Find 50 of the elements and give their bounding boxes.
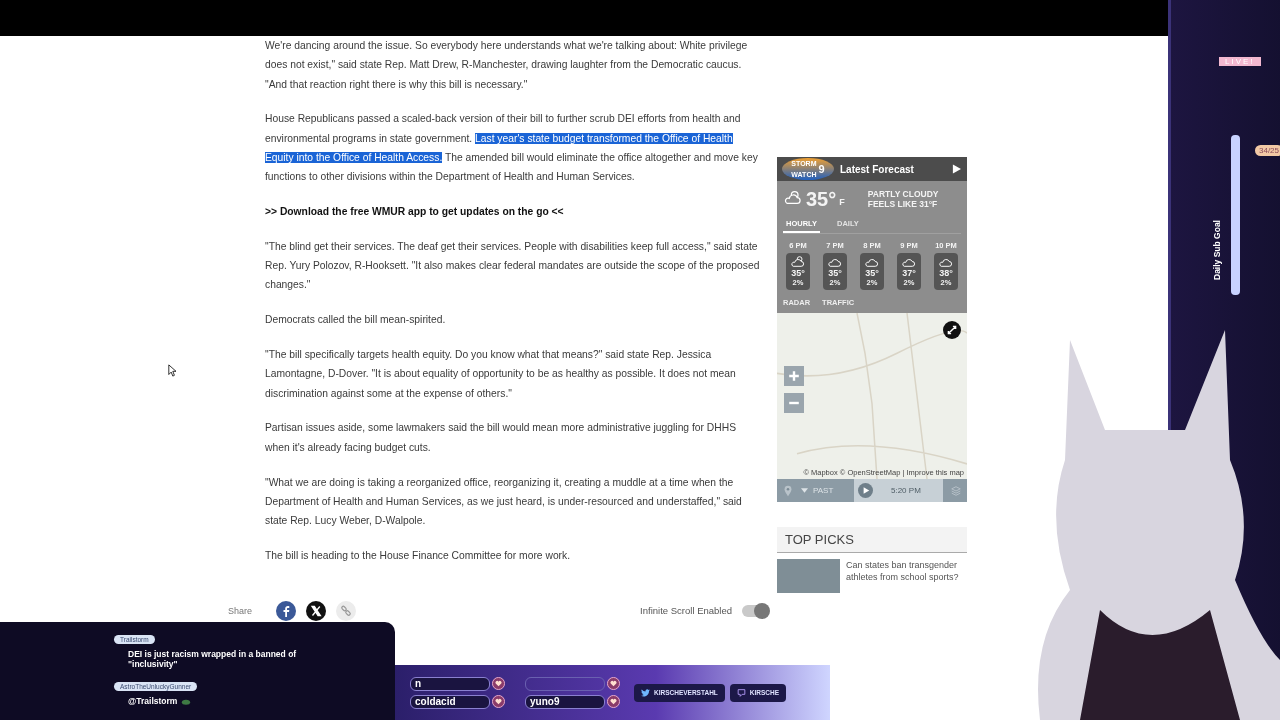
supporter-name: n: [410, 676, 490, 691]
hour-temperature: 37°: [902, 268, 916, 278]
partly-cloudy-icon: [783, 189, 803, 206]
plus-icon: [788, 370, 800, 382]
supporter-name: yuno9: [525, 694, 605, 709]
heart-icon: [607, 695, 620, 708]
live-badge: LIVE!: [1219, 57, 1261, 66]
play-icon[interactable]: [952, 164, 961, 174]
heart-icon: [607, 677, 620, 690]
facebook-icon[interactable]: [276, 600, 297, 621]
article-paragraph: "What we are doing is taking a reorganized office, reorganizing it, creating a muddle at a time when the Department of Health and Human Services, as we just heard, is under-resourced and understaffed," said state Rep. Lucy Weber, D-Walpole.: [265, 475, 743, 529]
mouse-cursor-icon: [168, 364, 176, 377]
zoom-in-button[interactable]: [784, 366, 804, 386]
infinite-scroll-label: Infinite Scroll Enabled: [640, 605, 732, 617]
heart-icon: [492, 677, 505, 690]
infinite-scroll-toggle[interactable]: [742, 604, 768, 617]
time-mode-dropdown[interactable]: PAST: [801, 486, 846, 495]
map-time: 5:20 PM: [891, 486, 921, 495]
article-paragraph: "The blind get their services. The deaf get their services. People with disabilities keep full access," said state Rep. Yury Polozov, R-Hooksett. "It also makes clear federal mandates are outside the scope of the proposed changes.": [265, 239, 760, 293]
heart-icon: [492, 695, 505, 708]
chat-message: DEI is just racism wrapped in a banned of "inclusivity": [128, 649, 298, 669]
goal-count: 34/25: [1255, 145, 1280, 156]
play-icon[interactable]: [858, 483, 873, 498]
condition-text: PARTLY CLOUDY: [867, 189, 939, 199]
hour-temperature: 35°: [865, 268, 879, 278]
article-paragraph: The bill is heading to the House Finance Committee for more work.: [265, 548, 572, 563]
article-paragraph: >> Download the free WMUR app to get updates on the go <<: [265, 205, 565, 220]
supporter-name: coldacid: [410, 694, 490, 709]
article-paragraph: We're dancing around the issue. So everybody here understands what we're talking about: White privilege does not exist," said state Rep. Matt Drew, R-Manchester, drawing laughter from the Democratic caucus. "And that reaction right there is why this bill is necessary.": [265, 39, 749, 92]
article-paragraph: House Republicans passed a scaled-back version of their bill to further scrub DEI efforts from health and environmental programs in state government. Last year's state budget transformed the Office of Health Equity into the Office of Health Access. The amended bill would eliminate the office altogether and move key functions to other divisions within the Department of Health and Human Services.: [265, 112, 759, 185]
widget-title: Latest Forecast: [840, 163, 915, 175]
feels-like-text: FEELS LIKE 31°F: [867, 199, 939, 209]
chat-message: @Trailstorm: [128, 696, 178, 706]
article-paragraph: Partisan issues aside, some lawmakers said the bill would mean more administrative juggling for DHHS when it's already facing budget cuts.: [265, 421, 737, 455]
share-label: Share: [228, 605, 253, 616]
hour-temperature: 35°: [791, 268, 805, 278]
article-paragraph: Democrats called the bill mean-spirited.: [265, 313, 447, 328]
article-paragraph: "The bill specifically targets health equity. Do you know what that means?" said state Rep. Jessica Lamontagne, D-Dover. "It is about equality of opportunity to be as healthy as possible. It does not mean discrimination against some at the expense of others.": [265, 348, 737, 401]
current-temperature: 35°: [806, 189, 837, 209]
hour-temperature: 38°: [939, 268, 953, 278]
article-link[interactable]: Can states ban transgender athletes from school sports?: [846, 559, 967, 593]
link-icon[interactable]: [336, 600, 357, 621]
zoom-out-button[interactable]: [784, 393, 804, 413]
temperature-unit: F: [839, 197, 845, 207]
section-heading: TOP PICKS: [777, 527, 967, 553]
hour-temperature: 35°: [828, 268, 842, 278]
caret-icon: [801, 488, 808, 493]
expand-icon[interactable]: [943, 321, 961, 339]
x-icon[interactable]: [306, 600, 327, 621]
goal-label: Daily Sub Goal: [1212, 220, 1222, 280]
